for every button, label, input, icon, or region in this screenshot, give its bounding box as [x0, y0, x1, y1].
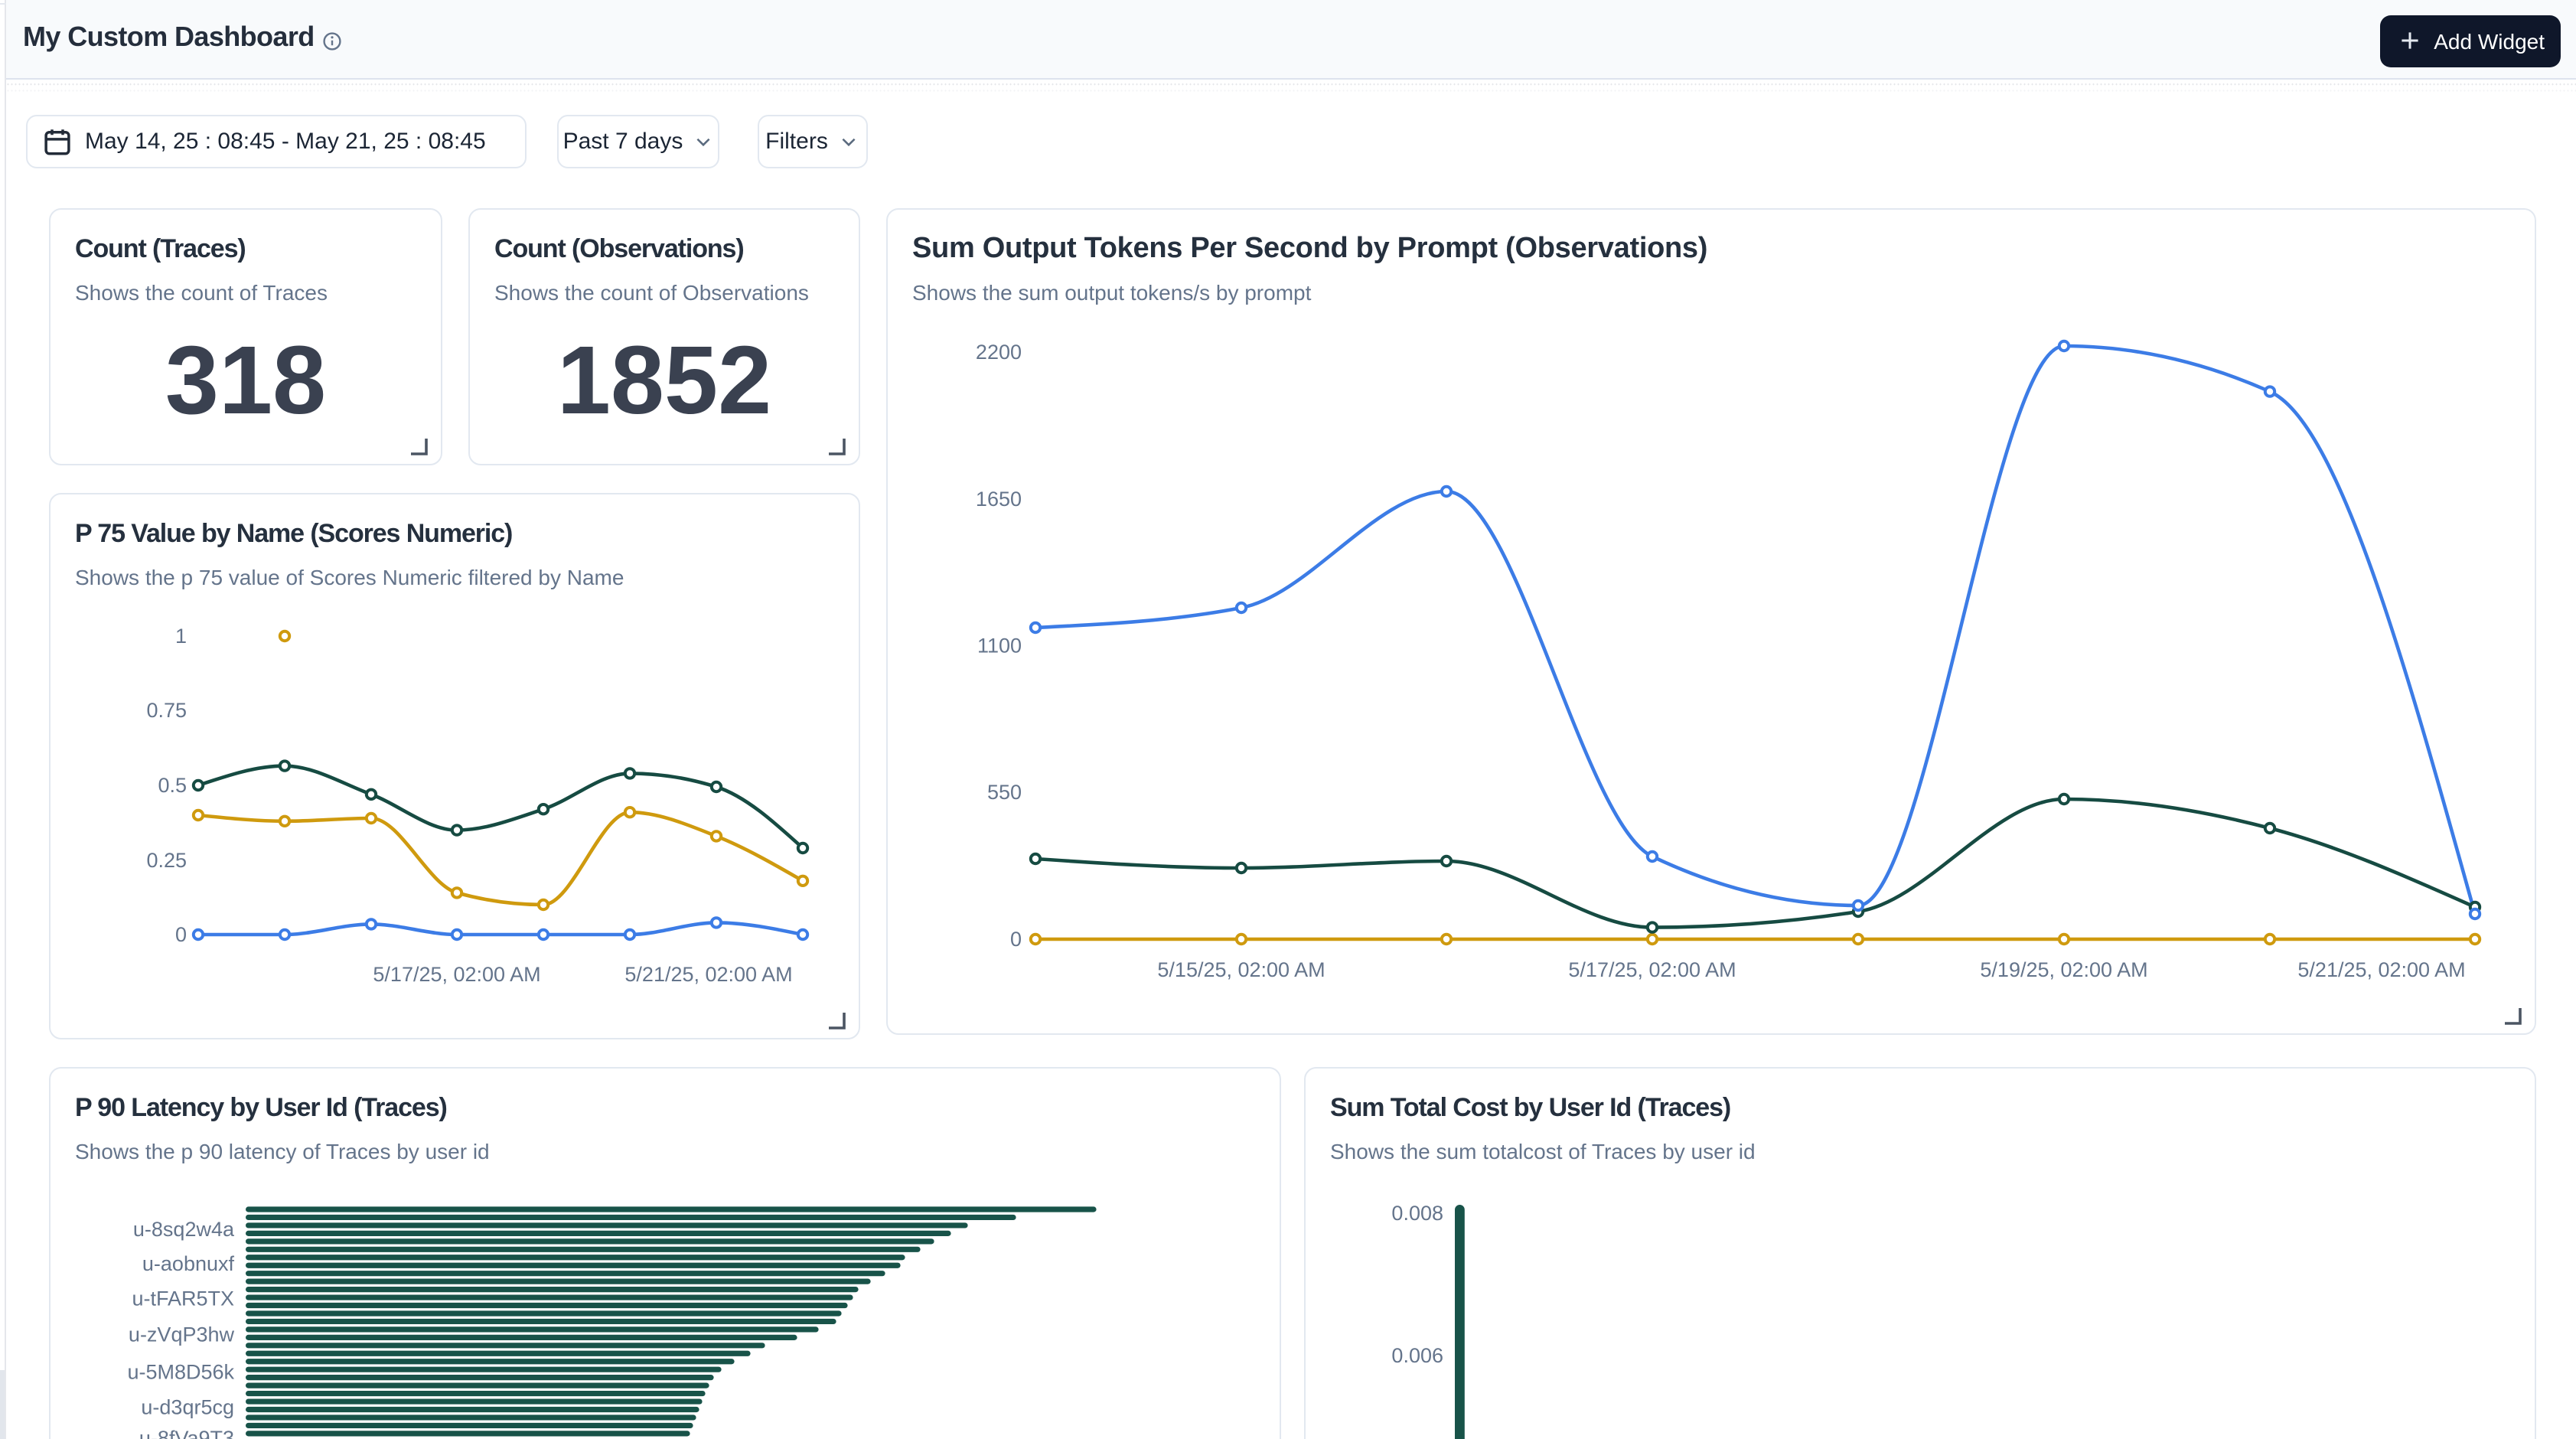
svg-text:0: 0: [175, 923, 187, 946]
svg-text:u-5M8D56k: u-5M8D56k: [127, 1361, 234, 1384]
svg-text:0.25: 0.25: [146, 849, 187, 872]
svg-text:5/15/25, 02:00 AM: 5/15/25, 02:00 AM: [1157, 958, 1325, 981]
svg-text:u-8fVa9T3: u-8fVa9T3: [139, 1427, 234, 1439]
svg-text:1100: 1100: [977, 635, 1022, 658]
svg-text:u-zVqP3hw: u-zVqP3hw: [129, 1323, 235, 1346]
svg-text:5/19/25, 02:00 AM: 5/19/25, 02:00 AM: [1980, 958, 2147, 981]
svg-text:u-aobnuxf: u-aobnuxf: [142, 1252, 235, 1275]
svg-text:5/21/25, 02:00 AM: 5/21/25, 02:00 AM: [624, 963, 792, 986]
svg-text:2200: 2200: [976, 341, 1022, 364]
svg-text:5/17/25, 02:00 AM: 5/17/25, 02:00 AM: [1568, 958, 1736, 981]
svg-text:550: 550: [987, 781, 1022, 804]
svg-text:0.008: 0.008: [1391, 1202, 1443, 1225]
svg-text:0.75: 0.75: [146, 699, 187, 722]
svg-text:0.5: 0.5: [158, 774, 187, 797]
svg-text:u-8sq2w4a: u-8sq2w4a: [133, 1218, 235, 1241]
svg-text:5/21/25, 02:00 AM: 5/21/25, 02:00 AM: [2297, 958, 2465, 981]
svg-text:u-tFAR5TX: u-tFAR5TX: [132, 1287, 234, 1310]
svg-text:0.006: 0.006: [1391, 1344, 1443, 1367]
svg-text:u-d3qr5cg: u-d3qr5cg: [141, 1395, 234, 1418]
svg-text:1: 1: [175, 625, 187, 648]
svg-text:5/17/25, 02:00 AM: 5/17/25, 02:00 AM: [373, 963, 540, 986]
svg-text:0: 0: [1010, 928, 1022, 951]
svg-text:1650: 1650: [976, 488, 1022, 511]
